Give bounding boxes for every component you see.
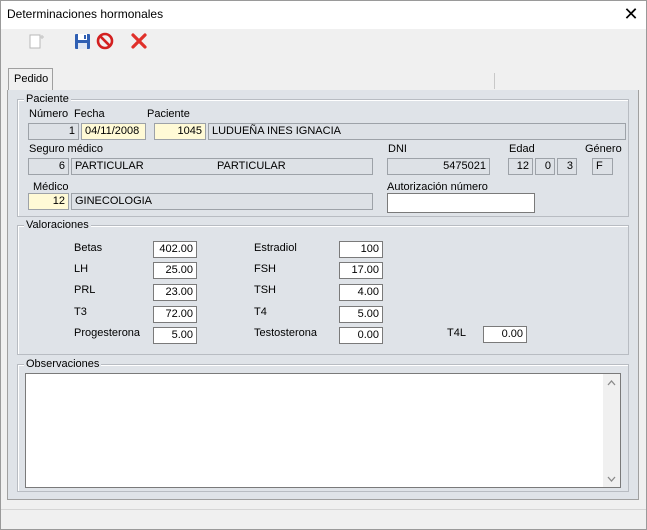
paciente-id-field[interactable]: 1045 [154,123,206,140]
scroll-down-icon[interactable] [603,470,620,487]
autorizacion-input[interactable] [387,193,535,213]
close-icon[interactable]: ✕ [618,3,644,25]
seguro-plan: PARTICULAR [217,160,286,172]
seguro-label: Seguro médico [29,143,103,155]
estradiol-input[interactable]: 100 [339,241,383,258]
medico-nombre-field[interactable]: GINECOLOGIA [71,193,373,210]
fecha-label: Fecha [74,108,105,120]
paciente-group-label: Paciente [24,93,71,105]
seguro-nombre: PARTICULAR [75,160,144,172]
betas-label: Betas [74,242,103,254]
medico-label: Médico [33,181,69,193]
edad-anios-field[interactable]: 12 [508,158,533,175]
lh-input[interactable]: 25.00 [153,262,197,279]
lh-label: LH [74,263,89,275]
testosterona-label: Testosterona [254,327,317,339]
paciente-nombre-field[interactable]: LUDUEÑA INES IGNACIA [208,123,626,140]
title-bar: Determinaciones hormonales ✕ [1,1,646,29]
seguro-nombre-field[interactable]: PARTICULAR PARTICULAR [71,158,373,175]
seguro-id-field[interactable]: 6 [28,158,69,175]
fecha-field[interactable]: 04/11/2008 [81,123,146,140]
observaciones-scrollbar[interactable] [603,374,620,487]
toolbar [1,29,646,55]
tsh-input[interactable]: 4.00 [339,284,383,301]
edad-meses-field[interactable]: 0 [535,158,555,175]
betas-input[interactable]: 402.00 [153,241,197,258]
observaciones-textarea[interactable] [25,373,621,488]
testosterona-input[interactable]: 0.00 [339,327,383,344]
t3-label: T3 [74,306,87,318]
paciente-group: Paciente Número Fecha Paciente 1 04/11/2… [17,93,629,217]
observaciones-group-label: Observaciones [24,358,102,370]
paciente-label: Paciente [147,108,190,120]
tsh-label: TSH [254,284,276,296]
save-icon[interactable] [73,31,93,51]
t4l-input[interactable]: 0.00 [483,326,527,343]
medico-id-field[interactable]: 12 [28,193,69,210]
delete-icon[interactable] [129,31,149,51]
t4l-label: T4L [447,327,466,339]
edad-label: Edad [509,143,535,155]
observaciones-group: Observaciones [17,358,629,492]
valoraciones-group-label: Valoraciones [24,219,91,231]
new-icon[interactable] [27,31,47,51]
genero-field[interactable]: F [592,158,613,175]
cancel-icon[interactable] [95,31,115,51]
dni-label: DNI [388,143,407,155]
numero-field[interactable]: 1 [28,123,79,140]
t4-label: T4 [254,306,267,318]
t4-input[interactable]: 5.00 [339,306,383,323]
edad-dias-field[interactable]: 3 [557,158,577,175]
t3-input[interactable]: 72.00 [153,306,197,323]
status-bar [1,509,646,529]
fsh-label: FSH [254,263,276,275]
prl-input[interactable]: 23.00 [153,284,197,301]
tab-separator [494,73,495,89]
scroll-up-icon[interactable] [603,374,620,391]
tab-pedido[interactable]: Pedido [8,68,53,91]
genero-label: Género [585,143,622,155]
tab-panel: Paciente Número Fecha Paciente 1 04/11/2… [7,90,639,500]
window: Determinaciones hormonales ✕ Pedido Paci… [0,0,647,530]
autorizacion-label: Autorización número [387,181,488,193]
window-title: Determinaciones hormonales [7,7,164,21]
progesterona-input[interactable]: 5.00 [153,327,197,344]
progesterona-label: Progesterona [74,327,141,339]
numero-label: Número [29,108,69,120]
fsh-input[interactable]: 17.00 [339,262,383,279]
dni-field[interactable]: 5475021 [387,158,490,175]
prl-label: PRL [74,284,96,296]
valoraciones-group: Valoraciones Betas 402.00 Estradiol 100 … [17,219,629,355]
estradiol-label: Estradiol [254,242,297,254]
